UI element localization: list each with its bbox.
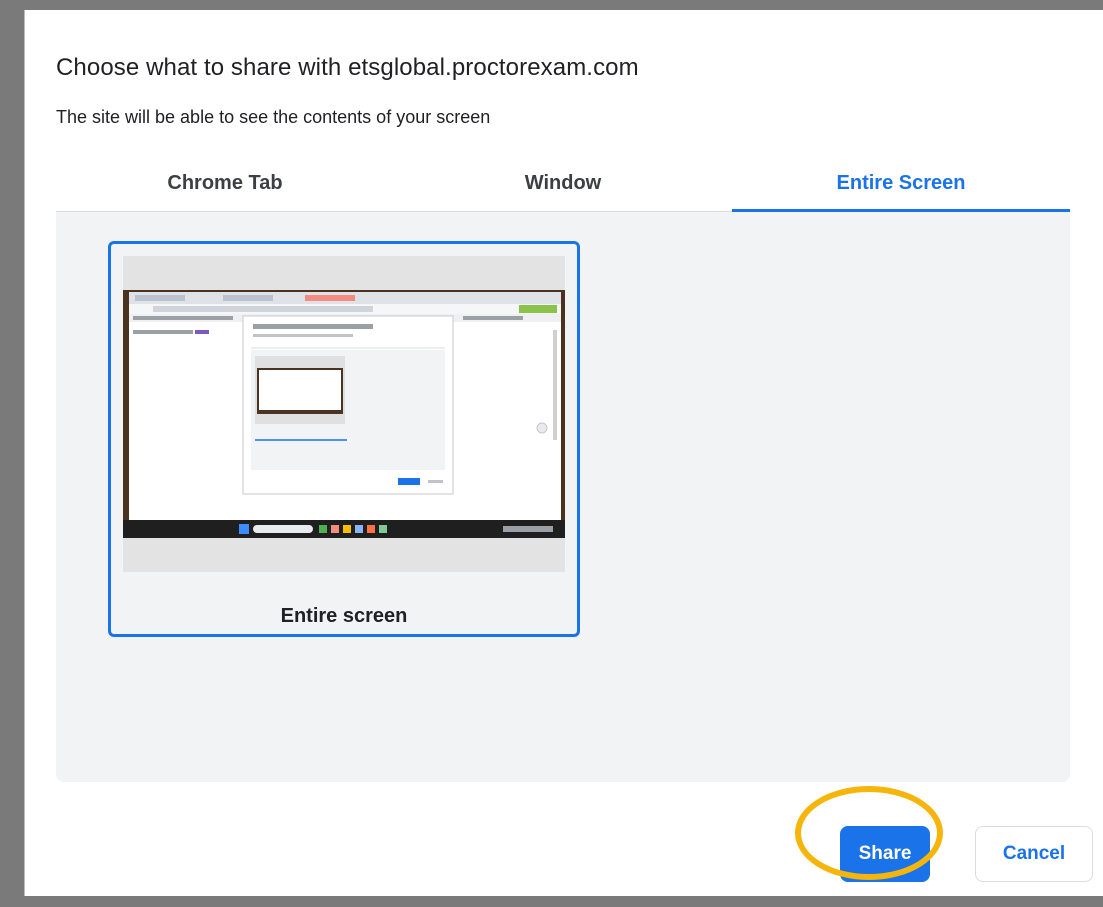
tab-chrome-tab[interactable]: Chrome Tab xyxy=(56,155,394,211)
cancel-button[interactable]: Cancel xyxy=(975,826,1093,882)
source-label: Entire screen xyxy=(280,605,408,627)
share-button[interactable]: Share xyxy=(840,826,930,882)
tab-bar: Chrome Tab Window Entire Screen xyxy=(56,155,1070,212)
dialog-title: Choose what to share with etsglobal.proc… xyxy=(56,54,639,81)
entire-screen-source-card[interactable]: Entire screen xyxy=(108,241,580,637)
share-screen-dialog: Choose what to share with etsglobal.proc… xyxy=(24,10,1103,896)
screen-preview-icon xyxy=(123,290,565,538)
dialog-subtitle: The site will be able to see the content… xyxy=(56,107,491,127)
tab-panel: Entire screen xyxy=(56,212,1070,782)
screen-thumbnail-area xyxy=(123,256,565,572)
tab-entire-screen[interactable]: Entire Screen xyxy=(732,155,1070,212)
tab-window[interactable]: Window xyxy=(394,155,732,211)
